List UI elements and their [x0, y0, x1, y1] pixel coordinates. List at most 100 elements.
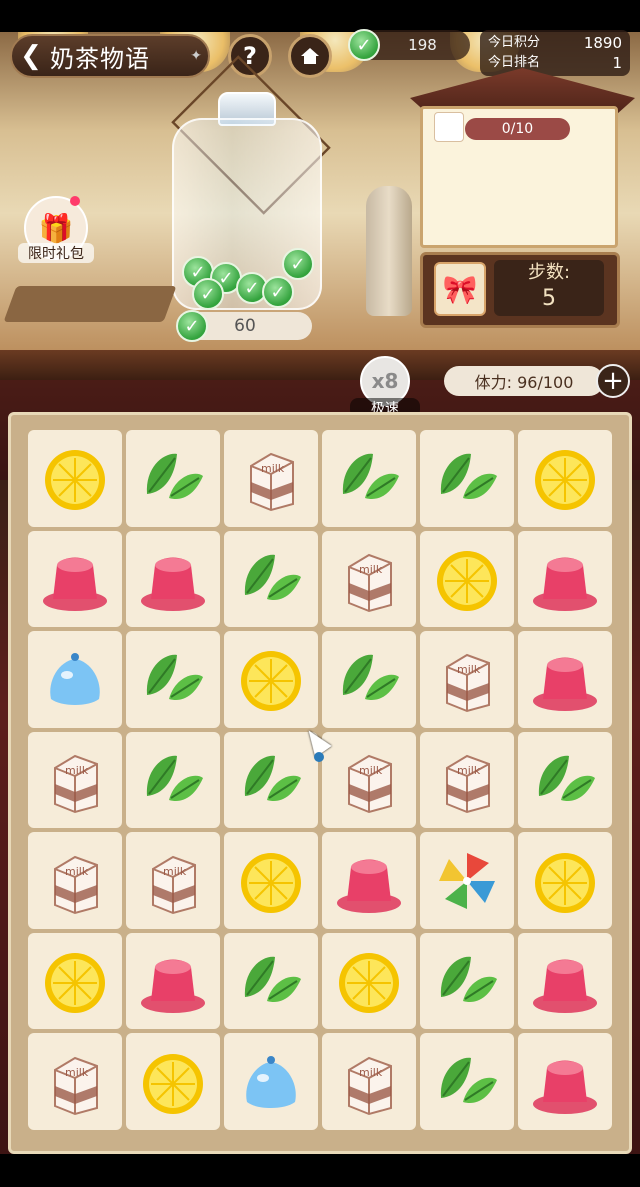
- cake-icon: [434, 112, 464, 142]
- board-cell[interactable]: [518, 832, 612, 929]
- board-cell[interactable]: milk: [420, 631, 514, 728]
- board-cell[interactable]: milk: [28, 731, 122, 829]
- board-cell[interactable]: [420, 1033, 514, 1130]
- board-cell[interactable]: [126, 631, 220, 728]
- sparkle-icon: ✦: [190, 48, 202, 64]
- board-cell[interactable]: [126, 530, 220, 628]
- board-cell[interactable]: [28, 430, 122, 527]
- back-button[interactable]: ❮ 奶茶物语 ✦: [10, 34, 210, 78]
- pinwheel-tile-icon: [439, 852, 495, 909]
- leaf-tile-icon: [342, 454, 399, 500]
- stamina-bar: 体力: 96/100: [444, 366, 604, 396]
- board-cell[interactable]: [420, 832, 514, 929]
- board-cell[interactable]: milk: [322, 731, 416, 829]
- back-arrow-icon: ❮: [20, 41, 42, 71]
- board-cell[interactable]: [322, 430, 416, 527]
- gift-icon: 🎁: [38, 211, 74, 245]
- milk-label: milk: [65, 865, 89, 878]
- board-cell[interactable]: [420, 530, 514, 628]
- jelly-tile-icon: [337, 859, 401, 913]
- board-cell[interactable]: [224, 932, 318, 1030]
- board-cell[interactable]: [322, 932, 416, 1030]
- board-cell[interactable]: [126, 1033, 220, 1130]
- milk-tile-icon: milk: [54, 754, 98, 814]
- plus-icon: +: [602, 366, 624, 396]
- cursor-dot: [314, 752, 324, 762]
- jelly-tile-icon: [533, 557, 597, 611]
- coin-icon: ✓: [348, 29, 380, 61]
- leaf-tile-icon: [244, 554, 301, 600]
- today-rank-label: 今日排名: [488, 55, 541, 70]
- milk-label: milk: [359, 764, 383, 777]
- jelly-tile-icon: [533, 1060, 597, 1114]
- board-cell[interactable]: milk: [322, 1033, 416, 1130]
- leaf-tile-icon: [342, 655, 399, 701]
- leaf-tile-icon: [440, 454, 497, 500]
- coin-count: 198: [408, 36, 437, 54]
- coin-icon: ✓: [282, 248, 314, 280]
- gift-label: 限时礼包: [18, 243, 94, 263]
- milk-label: milk: [457, 764, 481, 777]
- board-cell[interactable]: [518, 631, 612, 728]
- milk-tile-icon: milk: [152, 855, 196, 914]
- board-cell[interactable]: milk: [322, 530, 416, 628]
- leaf-tile-icon: [146, 454, 203, 500]
- today-score: 1890: [583, 34, 622, 52]
- board-cell[interactable]: [224, 832, 318, 929]
- board-cell[interactable]: [224, 631, 318, 728]
- board-cell[interactable]: [28, 530, 122, 628]
- lemon-tile-icon: [45, 450, 105, 511]
- board-cell[interactable]: [126, 932, 220, 1030]
- board-cell[interactable]: milk: [28, 1033, 122, 1130]
- coin-icon: ✓: [262, 276, 294, 308]
- home-button[interactable]: [288, 34, 332, 78]
- board-cell[interactable]: [28, 631, 122, 728]
- board-cell[interactable]: milk: [126, 832, 220, 929]
- steps-box: 步数: 5: [494, 260, 604, 316]
- milk-label: milk: [261, 462, 285, 475]
- jelly-tile-icon: [533, 657, 597, 712]
- tofu-tray: [3, 286, 177, 322]
- speed-multiplier: x8: [371, 369, 399, 393]
- board-cell[interactable]: [322, 631, 416, 728]
- coin-icon: ✓: [192, 278, 224, 310]
- board-cell[interactable]: [28, 932, 122, 1030]
- add-stamina-button[interactable]: +: [596, 364, 630, 398]
- board-cell[interactable]: [518, 530, 612, 628]
- board-cell[interactable]: [224, 530, 318, 628]
- leaf-tile-icon: [538, 755, 595, 801]
- jelly-tile-icon: [141, 557, 205, 611]
- jelly-tile-icon: [141, 959, 205, 1014]
- steps-label: 步数:: [527, 262, 571, 283]
- board-cell[interactable]: [518, 1033, 612, 1130]
- board-cell[interactable]: milk: [420, 731, 514, 829]
- leaf-tile-icon: [146, 755, 203, 801]
- jelly-tile-icon: [533, 959, 597, 1014]
- board-cell[interactable]: [518, 430, 612, 527]
- gift-box-icon: 🎀: [434, 262, 486, 316]
- milk-tile-icon: milk: [54, 855, 98, 914]
- lemon-tile-icon: [143, 1053, 203, 1114]
- jar-count-value: 60: [234, 316, 256, 336]
- milk-tile-icon: milk: [348, 754, 392, 814]
- board-cell[interactable]: [224, 1033, 318, 1130]
- leaf-tile-icon: [440, 956, 497, 1003]
- board-cell[interactable]: [126, 731, 220, 829]
- milk-tile-icon: milk: [446, 654, 490, 713]
- milk-tile-icon: milk: [348, 1056, 392, 1115]
- jelly-tile-icon: [43, 557, 107, 611]
- board-cell[interactable]: [322, 832, 416, 929]
- board-cell[interactable]: [420, 932, 514, 1030]
- board-cell[interactable]: [126, 430, 220, 527]
- lemon-tile-icon: [535, 450, 595, 511]
- board-cell[interactable]: [518, 731, 612, 829]
- board-cell[interactable]: [420, 430, 514, 527]
- score-box: 今日积分 1890 今日排名 1: [480, 30, 630, 76]
- board-cell[interactable]: milk: [224, 430, 318, 527]
- leaf-tile-icon: [146, 655, 203, 701]
- board-cell[interactable]: milk: [28, 832, 122, 929]
- milk-label: milk: [457, 663, 481, 676]
- board-cell[interactable]: [518, 932, 612, 1030]
- board-cell[interactable]: [224, 731, 318, 829]
- milk-tile-icon: milk: [348, 553, 392, 612]
